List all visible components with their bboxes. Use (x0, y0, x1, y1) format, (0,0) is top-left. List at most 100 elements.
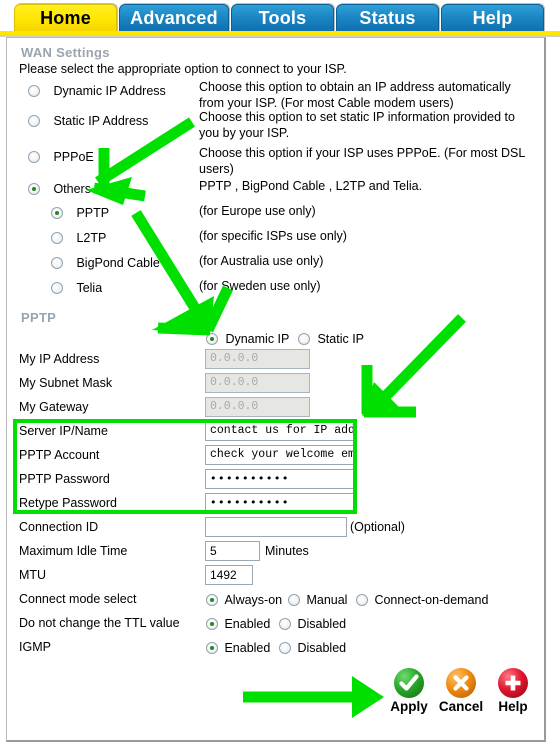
radio-connect-mode-always-on[interactable]: Always-on (206, 591, 282, 609)
tab-advanced[interactable]: Advanced (119, 4, 229, 32)
help-button[interactable]: Help (487, 668, 539, 714)
tab-tools-label: Tools (258, 8, 307, 28)
radio-connect-mode-always-on-dot (206, 594, 218, 606)
label-mtu: MTU (19, 568, 47, 582)
radio-addr-static-ip-dot (298, 333, 310, 345)
radio-static-ip-address[interactable]: Static IP Address (28, 112, 148, 130)
radio-ttl-enabled-dot (206, 618, 218, 630)
radio-others-dot (28, 183, 40, 195)
label-my-gateway: My Gateway (19, 400, 89, 414)
input-my-subnet-mask[interactable]: 0.0.0.0 (205, 373, 310, 393)
radio-telia-label: Telia (76, 281, 103, 295)
green-check-icon (394, 668, 424, 698)
radio-l2tp-dot (51, 232, 63, 244)
desc-telia: (for Sweden use only) (199, 279, 321, 293)
wan-settings-title: WAN Settings (21, 45, 110, 60)
radio-addr-static-ip-label: Static IP (317, 332, 364, 346)
desc-l2tp: (for specific ISPs use only) (199, 229, 347, 243)
tab-status[interactable]: Status (336, 4, 439, 32)
radio-ttl-disabled-dot (279, 618, 291, 630)
desc-pppoe: Choose this option if your ISP uses PPPo… (199, 146, 525, 176)
radio-pppoe[interactable]: PPPoE (28, 148, 94, 166)
radio-dynamic-ip-address[interactable]: Dynamic IP Address (28, 82, 166, 100)
apply-button[interactable]: Apply (383, 668, 435, 714)
red-plus-icon (498, 668, 528, 698)
label-my-subnet-mask: My Subnet Mask (19, 376, 113, 390)
radio-igmp-enabled-dot (206, 642, 218, 654)
help-button-label: Help (498, 699, 528, 714)
desc-bigpond-cable: (for Australia use only) (199, 254, 324, 268)
radio-igmp-disabled[interactable]: Disabled (279, 639, 346, 657)
input-pptp-password[interactable]: •••••••••• (205, 469, 357, 489)
label-server-ip-name: Server IP/Name (19, 424, 108, 438)
tab-help-label: Help (472, 8, 513, 28)
connection-id-optional-note: (Optional) (350, 520, 405, 534)
radio-igmp-disabled-label: Disabled (297, 641, 347, 655)
radio-addr-dynamic-ip-dot (206, 333, 218, 345)
radio-others-label: Others (53, 182, 91, 196)
radio-addr-static-ip[interactable]: Static IP (298, 330, 364, 348)
radio-connect-mode-on-demand[interactable]: Connect-on-demand (356, 591, 488, 609)
desc-static-ip-address: Choose this option to set static IP info… (199, 110, 515, 140)
radio-l2tp[interactable]: L2TP (51, 229, 106, 247)
label-connect-mode: Connect mode select (19, 592, 137, 606)
radio-ttl-disabled-label: Disabled (297, 617, 347, 631)
max-idle-time-unit: Minutes (265, 544, 309, 558)
input-server-ip-name[interactable]: contact us for IP address (205, 421, 357, 441)
pptp-section-title: PPTP (21, 310, 57, 325)
radio-connect-mode-manual-label: Manual (306, 593, 348, 607)
radio-pptp-label: PPTP (76, 206, 110, 220)
radio-telia-dot (51, 282, 63, 294)
input-pptp-account[interactable]: check your welcome email (205, 445, 357, 465)
input-mtu[interactable]: 1492 (205, 565, 253, 585)
radio-connect-mode-manual-dot (288, 594, 300, 606)
radio-connect-mode-on-demand-dot (356, 594, 368, 606)
label-connection-id: Connection ID (19, 520, 99, 534)
radio-pppoe-dot (28, 151, 40, 163)
radio-pppoe-label: PPPoE (53, 150, 94, 164)
tab-tools[interactable]: Tools (231, 4, 334, 32)
input-connection-id[interactable] (205, 517, 347, 537)
radio-bigpond-cable[interactable]: BigPond Cable (51, 254, 160, 272)
radio-others[interactable]: Others (28, 180, 91, 198)
apply-button-label: Apply (390, 699, 428, 714)
tab-home-label: Home (40, 8, 91, 28)
radio-ttl-disabled[interactable]: Disabled (279, 615, 346, 633)
input-my-gateway[interactable]: 0.0.0.0 (205, 397, 310, 417)
label-retype-password: Retype Password (19, 496, 117, 510)
radio-addr-dynamic-ip-label: Dynamic IP (225, 332, 290, 346)
radio-igmp-disabled-dot (279, 642, 291, 654)
desc-pptp: (for Europe use only) (199, 204, 316, 218)
radio-ttl-enabled[interactable]: Enabled (206, 615, 270, 633)
label-igmp: IGMP (19, 640, 51, 654)
radio-pptp[interactable]: PPTP (51, 204, 109, 222)
radio-l2tp-label: L2TP (76, 231, 107, 245)
radio-pptp-dot (51, 207, 63, 219)
radio-telia[interactable]: Telia (51, 279, 102, 297)
label-pptp-account: PPTP Account (19, 448, 100, 462)
tab-help[interactable]: Help (441, 4, 544, 32)
radio-bigpond-cable-dot (51, 257, 63, 269)
radio-static-ip-address-label: Static IP Address (53, 114, 149, 128)
radio-connect-mode-manual[interactable]: Manual (288, 591, 347, 609)
radio-igmp-enabled[interactable]: Enabled (206, 639, 270, 657)
radio-dynamic-ip-address-label: Dynamic IP Address (53, 84, 166, 98)
tab-status-label: Status (359, 8, 416, 28)
input-max-idle-time[interactable]: 5 (205, 541, 260, 561)
page-panel: WAN Settings Please select the appropria… (6, 37, 546, 742)
cancel-button-label: Cancel (438, 699, 484, 714)
radio-connect-mode-on-demand-label: Connect-on-demand (374, 593, 489, 607)
input-retype-password[interactable]: •••••••••• (205, 493, 357, 513)
tab-home[interactable]: Home (14, 4, 117, 32)
radio-static-ip-address-dot (28, 115, 40, 127)
radio-bigpond-cable-label: BigPond Cable (76, 256, 160, 270)
cancel-button[interactable]: Cancel (435, 668, 487, 714)
radio-connect-mode-always-on-label: Always-on (224, 593, 283, 607)
label-ttl: Do not change the TTL value (19, 616, 180, 630)
radio-addr-dynamic-ip[interactable]: Dynamic IP (206, 330, 289, 348)
wan-instruction: Please select the appropriate option to … (19, 62, 347, 76)
radio-igmp-enabled-label: Enabled (224, 641, 271, 655)
radio-ttl-enabled-label: Enabled (224, 617, 271, 631)
desc-others: PPTP , BigPond Cable , L2TP and Telia. (199, 179, 423, 193)
input-my-ip-address[interactable]: 0.0.0.0 (205, 349, 310, 369)
